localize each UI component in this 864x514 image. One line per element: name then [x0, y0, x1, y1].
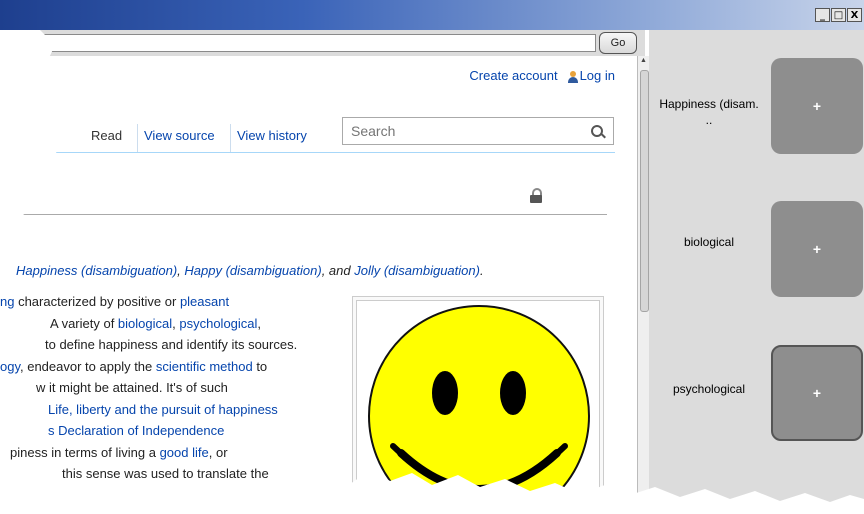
scroll-up-icon[interactable]: ▲	[640, 57, 647, 64]
search-input[interactable]	[349, 122, 583, 140]
add-button-psychological[interactable]: +	[771, 345, 863, 441]
close-button[interactable]: X	[847, 8, 862, 22]
article-link[interactable]: biological	[118, 316, 172, 331]
sidebar-item-label: Happiness (disam. ..	[659, 97, 759, 127]
torn-edge-left	[0, 30, 60, 235]
scroll-thumb[interactable]	[640, 70, 649, 312]
article-link[interactable]: psychological	[179, 316, 257, 331]
address-bar: Go	[0, 30, 645, 58]
sidebar-item-label: biological	[683, 235, 735, 249]
sidebar-item-label: psychological	[672, 382, 746, 396]
add-button-happiness[interactable]: +	[771, 58, 863, 154]
search-box	[342, 117, 614, 145]
search-icon[interactable]	[591, 125, 603, 137]
title-divider	[0, 214, 607, 215]
window-titlebar: _ □ X	[0, 0, 864, 30]
go-button[interactable]: Go	[599, 32, 637, 54]
minimize-button[interactable]: _	[815, 8, 830, 22]
window-controls: _ □ X	[815, 8, 862, 22]
tab-view-source[interactable]: View source	[137, 124, 221, 152]
personal-tools: Create account Log in	[469, 68, 615, 83]
torn-edge-bottom	[0, 469, 864, 514]
maximize-button[interactable]: □	[831, 8, 846, 22]
article-link[interactable]: scientific method	[156, 359, 253, 374]
hatnote-link[interactable]: Jolly (disambiguation)	[354, 263, 480, 278]
tab-view-history[interactable]: View history	[230, 124, 313, 152]
article-link[interactable]: pleasant	[180, 294, 229, 309]
log-in-link[interactable]: Log in	[580, 68, 615, 83]
create-account-link[interactable]: Create account	[469, 68, 557, 83]
user-icon	[567, 70, 578, 83]
hatnote-link[interactable]: Happy (disambiguation)	[184, 263, 321, 278]
tab-read[interactable]: Read	[85, 124, 129, 152]
lock-icon	[530, 188, 542, 203]
add-button-biological[interactable]: +	[771, 201, 863, 297]
